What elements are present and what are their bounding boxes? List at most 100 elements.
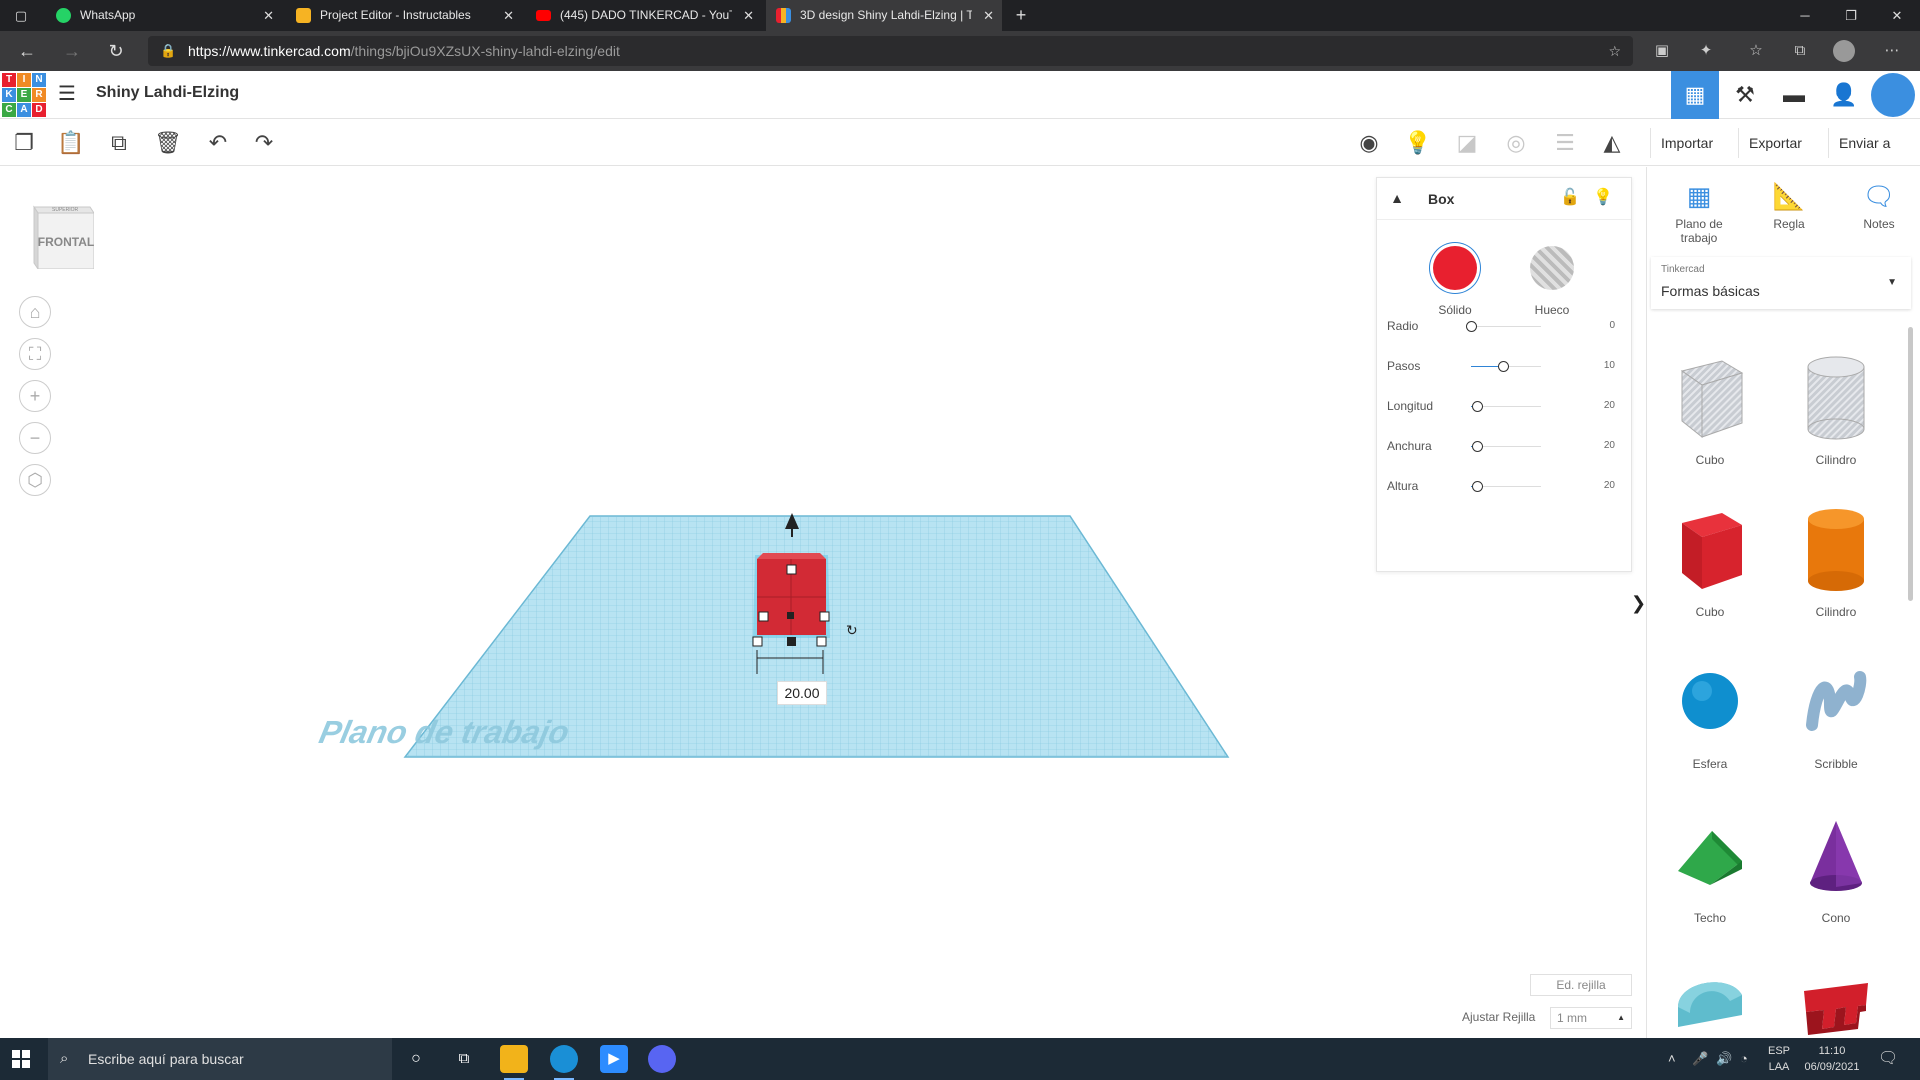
back-icon[interactable]: ←: [15, 39, 39, 63]
tab-actions-icon[interactable]: ▢: [0, 0, 42, 31]
import-button[interactable]: Importar: [1650, 128, 1723, 158]
collections-icon[interactable]: ▣: [1651, 40, 1673, 62]
panel-toggle-icon[interactable]: ❯: [1631, 583, 1646, 623]
url-field[interactable]: 🔒 https://www.tinkercad.com/things/bjiOu…: [148, 36, 1633, 66]
bricks-icon[interactable]: ▬: [1770, 71, 1818, 119]
close-window-icon[interactable]: ✕: [1874, 0, 1920, 31]
shape-hole-cylinder[interactable]: Cilindro: [1773, 335, 1899, 487]
shape-scribble[interactable]: Scribble: [1773, 639, 1899, 791]
notes-toggle-icon[interactable]: ◉: [1355, 129, 1383, 157]
group-icon[interactable]: ◪: [1453, 129, 1481, 157]
tab-whatsapp[interactable]: WhatsApp ✕: [46, 0, 282, 31]
language-bottom[interactable]: LAA: [1764, 1061, 1794, 1073]
snap-grid-select[interactable]: 1 mm ▲: [1550, 1007, 1632, 1029]
send-to-button[interactable]: Enviar a: [1828, 128, 1900, 158]
param-value[interactable]: 20: [1604, 480, 1615, 491]
export-button[interactable]: Exportar: [1738, 128, 1812, 158]
clock-date[interactable]: 06/09/2021: [1800, 1061, 1864, 1073]
new-tab-button[interactable]: +: [1006, 0, 1036, 31]
workplane-tool[interactable]: ▦ Plano de trabajo: [1659, 179, 1739, 245]
shape-sphere[interactable]: Esfera: [1647, 639, 1773, 791]
param-slider[interactable]: [1471, 481, 1541, 492]
redo-icon[interactable]: ↷: [250, 129, 278, 157]
shape-text[interactable]: [1773, 945, 1899, 1038]
param-slider-knob[interactable]: [1472, 441, 1483, 452]
wifi-icon[interactable]: ◔: [1740, 1038, 1748, 1080]
cortana-icon[interactable]: ○: [402, 1045, 430, 1073]
design-menu-icon[interactable]: ☰: [58, 84, 80, 106]
param-value[interactable]: 20: [1604, 440, 1615, 451]
microphone-icon[interactable]: 🎤: [1692, 1038, 1708, 1080]
duplicate-icon[interactable]: ⧉: [105, 129, 133, 157]
minimize-icon[interactable]: ─: [1782, 0, 1828, 31]
zoom-out-icon[interactable]: −: [19, 422, 51, 454]
perspective-icon[interactable]: ⬡: [19, 464, 51, 496]
shape-library-select[interactable]: Tinkercad Formas básicas ▼: [1651, 257, 1911, 309]
param-slider-knob[interactable]: [1466, 321, 1477, 332]
invite-user-icon[interactable]: 👤: [1820, 71, 1868, 119]
notifications-icon[interactable]: 🗨: [1878, 1038, 1898, 1080]
visibility-icon[interactable]: 💡: [1593, 187, 1613, 207]
show-all-icon[interactable]: 💡: [1404, 129, 1432, 157]
tab-instructables[interactable]: Project Editor - Instructables ✕: [286, 0, 522, 31]
shape-round-roof[interactable]: [1647, 945, 1773, 1038]
tabs-collection-icon[interactable]: ⧉: [1789, 40, 1811, 62]
lock-icon[interactable]: 🔓: [1560, 187, 1580, 207]
refresh-icon[interactable]: ↻: [104, 39, 128, 63]
param-slider[interactable]: [1471, 361, 1541, 372]
windows-start-icon[interactable]: [12, 1050, 30, 1068]
favorites-icon[interactable]: ☆: [1745, 40, 1767, 62]
tab-tinkercad[interactable]: 3D design Shiny Lahdi-Elzing | Ti ✕: [766, 0, 1002, 31]
design-title[interactable]: Shiny Lahdi-Elzing: [96, 84, 239, 102]
param-value[interactable]: 20: [1604, 400, 1615, 411]
notes-tool[interactable]: 🗨 Notes: [1839, 179, 1919, 231]
task-view-icon[interactable]: ⧉: [450, 1045, 478, 1073]
taskbar-search[interactable]: ⌕ Escribe aquí para buscar: [48, 1038, 392, 1080]
home-view-icon[interactable]: ⌂: [19, 296, 51, 328]
collapse-icon[interactable]: ▲: [1387, 188, 1407, 208]
tab-close-icon[interactable]: ✕: [743, 0, 754, 31]
edit-grid-button[interactable]: Ed. rejilla: [1530, 974, 1632, 996]
param-slider[interactable]: [1466, 321, 1541, 332]
shape-roof[interactable]: Techo: [1647, 793, 1773, 945]
param-slider-knob[interactable]: [1498, 361, 1509, 372]
shape-box[interactable]: Cubo: [1647, 487, 1773, 639]
param-slider[interactable]: [1471, 441, 1541, 452]
solid-color-swatch[interactable]: [1433, 246, 1477, 290]
zoom-icon[interactable]: ▶: [600, 1045, 628, 1073]
tab-close-icon[interactable]: ✕: [983, 0, 994, 31]
ungroup-icon[interactable]: ◎: [1502, 129, 1530, 157]
hole-swatch[interactable]: [1530, 246, 1574, 290]
tab-close-icon[interactable]: ✕: [503, 0, 514, 31]
more-icon[interactable]: ⋯: [1881, 40, 1903, 62]
language-top[interactable]: ESP: [1764, 1045, 1794, 1057]
ruler-tool[interactable]: 📐 Regla: [1749, 179, 1829, 231]
forward-icon[interactable]: →: [60, 39, 84, 63]
zoom-in-icon[interactable]: +: [19, 380, 51, 412]
volume-icon[interactable]: 🔊: [1716, 1038, 1732, 1080]
shape-cylinder[interactable]: Cilindro: [1773, 487, 1899, 639]
align-icon[interactable]: ☰: [1551, 129, 1579, 157]
param-slider[interactable]: [1471, 401, 1541, 412]
profile-icon[interactable]: [1833, 40, 1855, 62]
paste-icon[interactable]: 📋: [57, 129, 85, 157]
param-value[interactable]: 0: [1609, 320, 1615, 331]
shape-cone[interactable]: Cono: [1773, 793, 1899, 945]
codeblocks-icon[interactable]: ⚒: [1721, 71, 1769, 119]
file-explorer-icon[interactable]: [500, 1045, 528, 1080]
discord-icon[interactable]: [648, 1045, 676, 1073]
panel-scrollbar[interactable]: [1908, 327, 1913, 601]
shape-hole-box[interactable]: Cubo: [1647, 335, 1773, 487]
tinkercad-logo[interactable]: T I N K E R C A D: [2, 73, 46, 117]
fit-view-icon[interactable]: ⛶: [19, 338, 51, 370]
view-3d-design-button[interactable]: ▦: [1671, 71, 1719, 119]
restore-icon[interactable]: ❐: [1828, 0, 1874, 31]
tray-chevron-icon[interactable]: ˄: [1668, 1038, 1676, 1080]
favorite-add-icon[interactable]: ☆: [1608, 36, 1621, 66]
tab-close-icon[interactable]: ✕: [263, 0, 274, 31]
copy-icon[interactable]: ❐: [10, 129, 38, 157]
dimension-label[interactable]: 20.00: [777, 681, 827, 705]
param-slider-knob[interactable]: [1472, 481, 1483, 492]
edge-icon[interactable]: [550, 1045, 578, 1080]
inspector-title[interactable]: Box: [1428, 191, 1454, 207]
